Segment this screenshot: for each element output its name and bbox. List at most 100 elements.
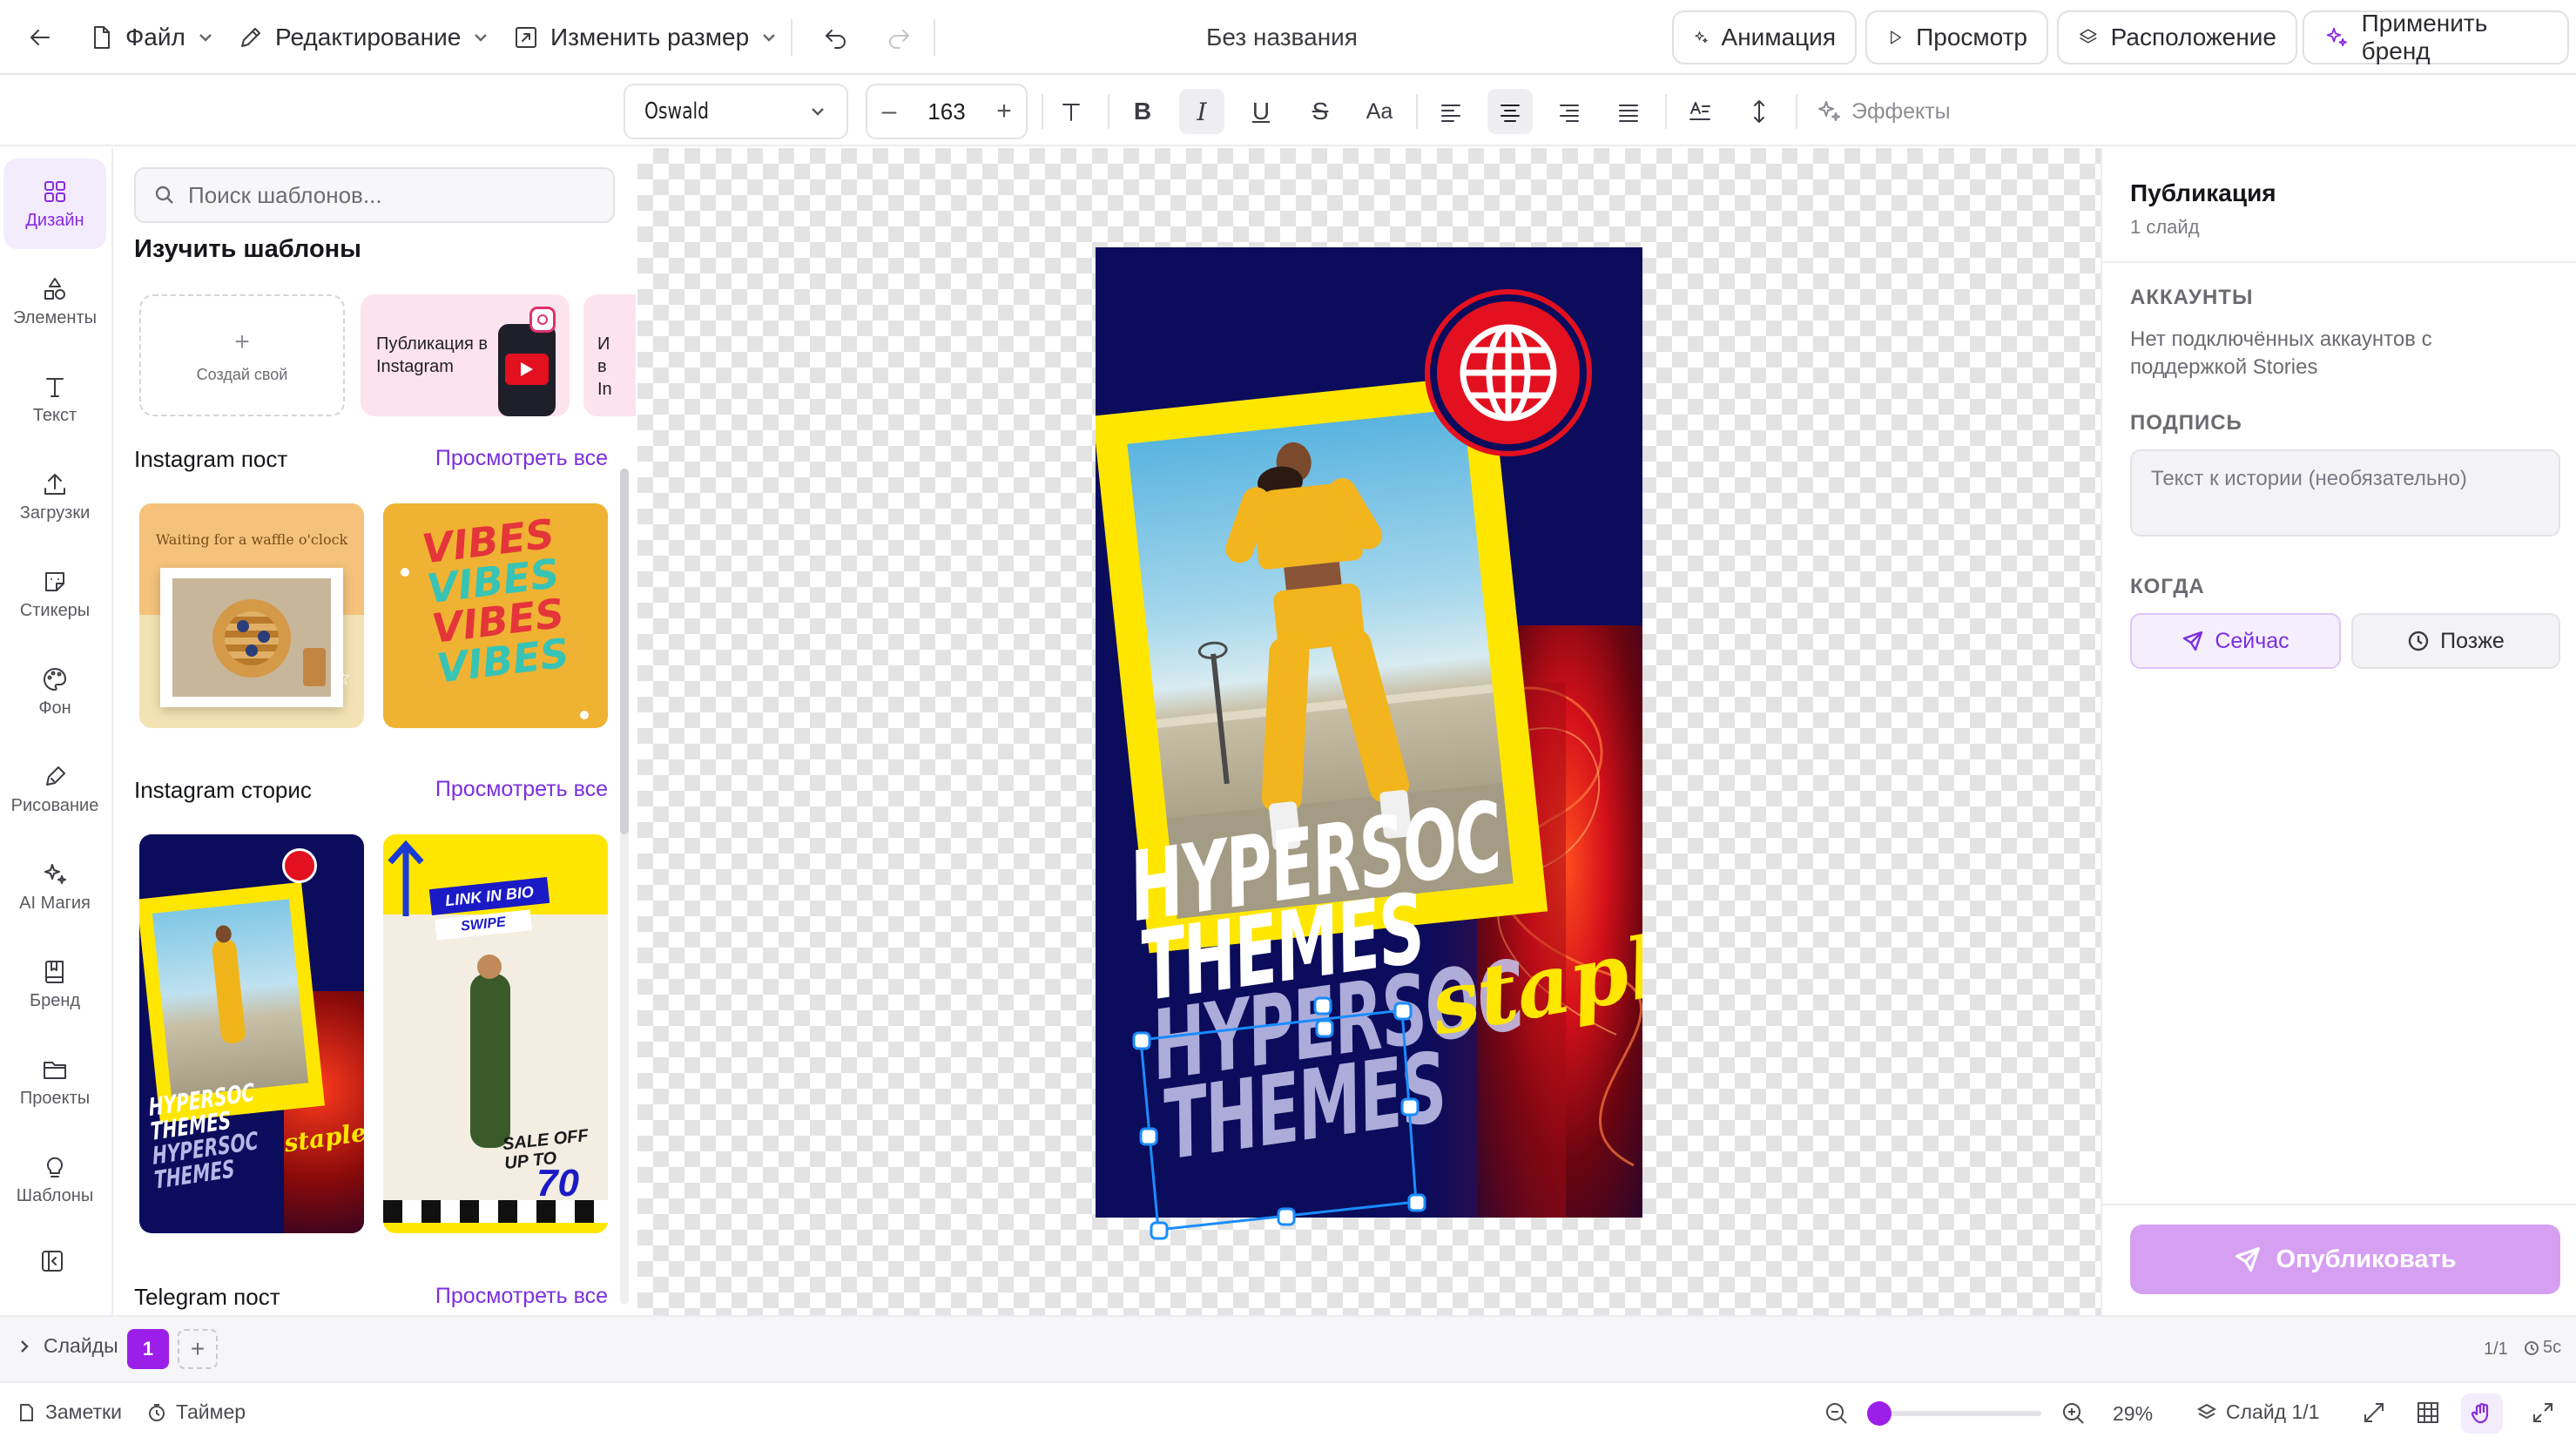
resize-menu[interactable]: Изменить размер: [503, 16, 787, 59]
line-height-button[interactable]: [1736, 89, 1782, 134]
notes-button[interactable]: Заметки: [16, 1400, 122, 1424]
align-center-button[interactable]: [1487, 89, 1533, 134]
bold-button[interactable]: B: [1120, 89, 1165, 134]
effects-button[interactable]: Эффекты: [1815, 89, 1951, 134]
zoom-value[interactable]: 29%: [2113, 1402, 2153, 1426]
rail-background[interactable]: Фон: [3, 646, 106, 737]
file-menu[interactable]: Файл: [78, 16, 224, 59]
panel-scrollbar-thumb[interactable]: [620, 469, 629, 834]
redo-button[interactable]: [876, 16, 921, 59]
panel-scrollbar[interactable]: [620, 469, 629, 1305]
resize-handle[interactable]: [1315, 1019, 1334, 1038]
font-size-stepper[interactable]: – 163 +: [866, 84, 1028, 139]
rail-ai-magic[interactable]: AI Магия: [3, 841, 106, 932]
rail-drawing[interactable]: Рисование: [3, 744, 106, 834]
letter-spacing-button[interactable]: [1677, 89, 1723, 134]
rail-text[interactable]: Текст: [3, 354, 106, 444]
add-slide-button[interactable]: +: [178, 1329, 218, 1369]
create-own-card[interactable]: + Создай свой: [139, 294, 345, 416]
slide-thumb-1[interactable]: 1: [127, 1329, 169, 1369]
publish-button[interactable]: Опубликовать: [2130, 1225, 2560, 1294]
rail-stickers[interactable]: Стикеры: [3, 549, 106, 639]
template-sale-story[interactable]: LINK IN BIO SWIPE SALE OFF UP TO 70: [383, 834, 608, 1233]
hand-tool-button[interactable]: [2461, 1393, 2503, 1434]
rotate-handle[interactable]: [1313, 996, 1332, 1016]
send-icon: [2235, 1247, 2261, 1272]
letter-case-button[interactable]: Aa: [1357, 89, 1402, 134]
collapse-panel-button[interactable]: [38, 1247, 66, 1275]
rail-templates[interactable]: Шаблоны: [3, 1134, 106, 1225]
layers-icon: [2196, 1403, 2217, 1419]
resize-handle[interactable]: [1139, 1127, 1158, 1146]
zoom-in-button[interactable]: [2060, 1400, 2087, 1427]
see-all-link[interactable]: Просмотреть все: [435, 1284, 608, 1309]
horizon-line: [1156, 684, 1494, 728]
publish-title: Публикация: [2130, 179, 2276, 206]
align-left-button[interactable]: [1428, 89, 1473, 134]
template-hypersoc-story[interactable]: HYPERSOC THEMES HYPERSOC THEMES staple: [139, 834, 364, 1233]
timer-icon: [149, 1403, 165, 1421]
play-icon: [521, 362, 533, 376]
caption-textarea[interactable]: Текст к истории (необязательно): [2130, 449, 2560, 536]
text-icon: [46, 377, 64, 397]
layers-icon: [2080, 29, 2097, 44]
align-right-button[interactable]: [1547, 89, 1592, 134]
fit-screen-button[interactable]: [2362, 1400, 2386, 1425]
rail-elements[interactable]: Элементы: [3, 256, 106, 347]
publish-later-button[interactable]: Позже: [2351, 613, 2560, 669]
see-all-link[interactable]: Просмотреть все: [435, 446, 608, 471]
fullscreen-button[interactable]: [2531, 1400, 2555, 1425]
template-waffle[interactable]: Waiting for a waffle o'clock ☆: [139, 503, 364, 728]
resize-handle[interactable]: [1400, 1097, 1419, 1117]
resize-handle[interactable]: [1393, 1002, 1413, 1021]
rail-label: Бренд: [29, 990, 81, 1010]
format-card-instagram-post[interactable]: Публикация в Instagram: [361, 294, 570, 416]
template-vibes[interactable]: VIBES VIBES VIBES VIBES: [383, 503, 608, 728]
timer-button[interactable]: Таймер: [146, 1400, 246, 1424]
chevron-down-icon: [812, 108, 824, 116]
slide-duration[interactable]: 5с: [2524, 1338, 2561, 1358]
decrease-size-button[interactable]: –: [867, 97, 911, 126]
document-title[interactable]: Без названия: [958, 0, 1606, 75]
resize-handle[interactable]: [1132, 1031, 1151, 1050]
canvas-area[interactable]: HYPERSOC THEMES HYPERSOC THEMES staple: [637, 148, 2101, 1315]
format-card-instagram-story[interactable]: И в In: [583, 294, 636, 416]
resize-handle[interactable]: [1407, 1193, 1426, 1212]
zoom-slider-thumb[interactable]: [1867, 1401, 1892, 1426]
template-search-input[interactable]: Поиск шаблонов...: [134, 167, 615, 223]
underline-button[interactable]: U: [1238, 89, 1284, 134]
italic-button[interactable]: I: [1179, 89, 1224, 134]
selection-box[interactable]: [1108, 993, 1473, 1240]
rail-projects[interactable]: Проекты: [3, 1036, 106, 1127]
back-button[interactable]: [17, 16, 63, 59]
rail-design[interactable]: Дизайн: [3, 159, 106, 249]
strikethrough-button[interactable]: S: [1298, 89, 1343, 134]
see-all-link[interactable]: Просмотреть все: [435, 777, 608, 802]
publish-now-button[interactable]: Сейчас: [2130, 613, 2341, 669]
divider: [1416, 94, 1418, 129]
arrange-button[interactable]: Расположение: [2057, 10, 2297, 64]
preview-button[interactable]: Просмотр: [1865, 10, 2048, 64]
slide-indicator[interactable]: Слайд 1/1: [2196, 1400, 2319, 1424]
undo-button[interactable]: [813, 16, 859, 59]
text-style-button[interactable]: [1049, 89, 1094, 134]
zoom-slider[interactable]: [1867, 1401, 2041, 1426]
phone-illustration: [498, 324, 556, 416]
resize-handle[interactable]: [1150, 1221, 1169, 1240]
resize-icon: [516, 27, 536, 48]
grid-view-button[interactable]: [2416, 1400, 2440, 1425]
rail-uploads[interactable]: Загрузки: [3, 451, 106, 542]
slides-toggle[interactable]: Слайды: [16, 1334, 118, 1358]
resize-handle[interactable]: [1277, 1207, 1296, 1226]
font-family-select[interactable]: Oswald: [624, 84, 848, 139]
zoom-out-button[interactable]: [1824, 1400, 1850, 1427]
animation-button[interactable]: Анимация: [1672, 10, 1857, 64]
rail-brand[interactable]: Бренд: [3, 939, 106, 1029]
rail-label: Проекты: [19, 1088, 91, 1108]
font-size-value[interactable]: 163: [911, 98, 982, 125]
increase-size-button[interactable]: +: [982, 97, 1026, 126]
italic-icon: I: [1197, 97, 1207, 126]
apply-brand-button[interactable]: Применить бренд: [2303, 10, 2569, 64]
edit-menu[interactable]: Редактирование: [228, 16, 499, 59]
align-justify-button[interactable]: [1606, 89, 1651, 134]
